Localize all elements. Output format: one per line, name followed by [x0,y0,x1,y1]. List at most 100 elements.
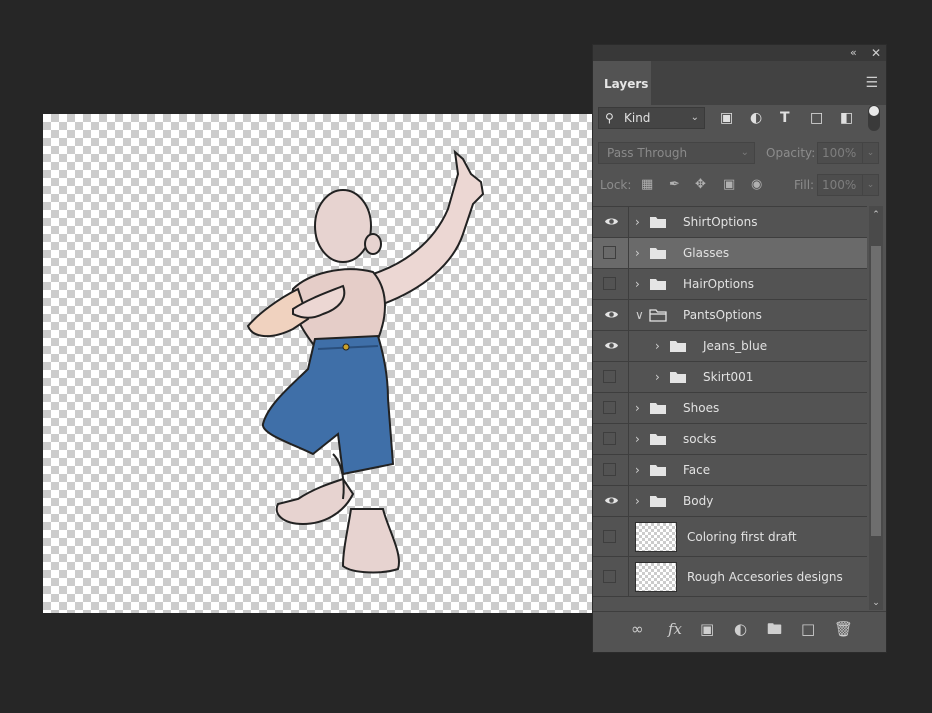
close-icon[interactable]: ✕ [871,45,881,61]
layer-thumbnail[interactable] [635,561,677,592]
layer-name[interactable]: HairOptions [683,276,754,292]
visibility-toggle[interactable] [593,207,629,237]
eye-icon [605,342,618,349]
panel-menu-icon[interactable]: ☰ [865,75,878,91]
chevron-down-icon[interactable]: ⌄ [862,143,878,163]
add-mask-icon[interactable]: ▣ [700,620,714,638]
chevron-right-icon[interactable]: › [635,400,640,416]
visibility-toggle[interactable] [593,300,629,330]
chevron-right-icon[interactable]: › [635,462,640,478]
adjustment-layer-icon[interactable]: ◐ [734,620,747,638]
layer-row[interactable]: › socks [593,424,867,455]
layer-row[interactable]: ∨ PantsOptions [593,300,867,331]
visibility-toggle[interactable] [593,393,629,423]
layer-name[interactable]: Shoes [683,400,719,416]
lock-position-icon[interactable]: ✥ [695,177,706,193]
fx-icon[interactable]: fx [668,620,682,638]
lock-artboard-icon[interactable]: ▣ [723,177,735,193]
opacity-field[interactable]: 100% ⌄ [817,142,879,164]
lock-all-icon[interactable]: ◉ [751,177,762,193]
visibility-toggle[interactable] [593,455,629,485]
visibility-toggle[interactable] [593,424,629,454]
chevron-right-icon[interactable]: › [635,431,640,447]
visibility-empty-box [603,463,616,476]
layers-bottom-toolbar: ∞ fx ▣ ◐ 🖿 □ 🗑 [593,611,886,646]
eye-icon [605,497,618,504]
shape-layer-filter-icon[interactable]: □ [810,109,823,127]
chevron-right-icon[interactable]: › [635,276,640,292]
new-group-icon[interactable]: 🖿 [767,620,782,638]
layer-thumbnail[interactable] [635,521,677,552]
chevron-right-icon[interactable]: › [635,214,640,230]
layer-name[interactable]: Rough Accesories designs [687,569,843,585]
layer-row[interactable]: › Jeans_blue [593,331,867,362]
chevron-down-icon: ⌄ [690,112,699,123]
visibility-empty-box [603,432,616,445]
folder-icon [649,462,667,476]
visibility-toggle[interactable] [593,557,629,596]
visibility-empty-box [603,401,616,414]
layer-name[interactable]: Face [683,462,710,478]
layer-name[interactable]: ShirtOptions [683,214,758,230]
visibility-empty-box [603,529,616,543]
layer-row[interactable]: › Shoes [593,393,867,424]
layers-scrollbar[interactable]: ⌃ ⌄ [869,206,883,610]
layer-row[interactable]: › Glasses [593,238,867,269]
filter-kind-select[interactable]: ⚲ Kind ⌄ [598,107,705,129]
filter-toggle[interactable] [868,105,880,131]
pixel-layer-filter-icon[interactable]: ▣ [720,109,733,127]
layer-row[interactable]: Coloring first draft [593,517,867,557]
layer-row[interactable]: › Skirt001 [593,362,867,393]
chevron-right-icon[interactable]: › [635,245,640,261]
scroll-up-icon[interactable]: ⌃ [869,210,883,220]
eye-icon [605,311,618,318]
panel-tab-row: Layers ☰ [593,61,886,105]
lock-image-icon[interactable]: ✒ [669,177,680,193]
layer-row[interactable]: › HairOptions [593,269,867,300]
delete-layer-icon[interactable]: 🗑 [834,620,853,638]
visibility-toggle[interactable] [593,331,629,361]
scroll-down-icon[interactable]: ⌄ [869,598,883,608]
visibility-toggle[interactable] [593,517,629,556]
layer-row[interactable]: › Face [593,455,867,486]
layer-row[interactable]: › ShirtOptions [593,207,867,238]
tab-layers[interactable]: Layers [593,61,651,105]
visibility-toggle[interactable] [593,269,629,299]
fill-label: Fill: [794,178,815,192]
scrollbar-thumb[interactable] [871,246,881,536]
layer-name[interactable]: socks [683,431,716,447]
blend-mode-value: Pass Through [607,146,688,160]
layer-row[interactable]: Rough Accesories designs [593,557,867,597]
layers-list: › ShirtOptions › Glasses › HairOptions ∨ PantsO… [593,206,867,611]
chevron-right-icon[interactable]: › [635,493,640,509]
layer-name[interactable]: Skirt001 [703,369,753,385]
chevron-right-icon[interactable]: › [655,369,660,385]
visibility-empty-box [603,569,616,583]
smart-object-filter-icon[interactable]: ◧ [840,109,853,127]
visibility-toggle[interactable] [593,362,629,392]
layer-name[interactable]: Coloring first draft [687,529,797,545]
filter-toggle-knob [869,106,879,116]
chevron-down-icon[interactable]: ⌄ [862,175,878,195]
lock-transparent-icon[interactable]: ▦ [641,177,653,193]
adjustment-layer-filter-icon[interactable]: ◐ [750,109,762,127]
collapse-icon[interactable]: « [850,45,857,61]
search-icon: ⚲ [605,111,614,125]
type-layer-filter-icon[interactable]: T [780,109,790,127]
layer-name[interactable]: Body [683,493,713,509]
layer-row[interactable]: › Body [593,486,867,517]
chevron-down-icon[interactable]: ∨ [635,307,644,323]
layer-name[interactable]: PantsOptions [683,307,762,323]
link-layers-icon[interactable]: ∞ [631,620,644,638]
visibility-empty-box [603,277,616,290]
lock-label: Lock: [600,178,632,192]
visibility-toggle[interactable] [593,486,629,516]
layer-name[interactable]: Glasses [683,245,729,261]
opacity-value: 100% [822,146,857,160]
visibility-toggle[interactable] [593,238,629,268]
blend-mode-select[interactable]: Pass Through ⌄ [598,142,755,164]
fill-field[interactable]: 100% ⌄ [817,174,879,196]
chevron-right-icon[interactable]: › [655,338,660,354]
layer-name[interactable]: Jeans_blue [703,338,767,354]
new-layer-icon[interactable]: □ [801,620,815,638]
